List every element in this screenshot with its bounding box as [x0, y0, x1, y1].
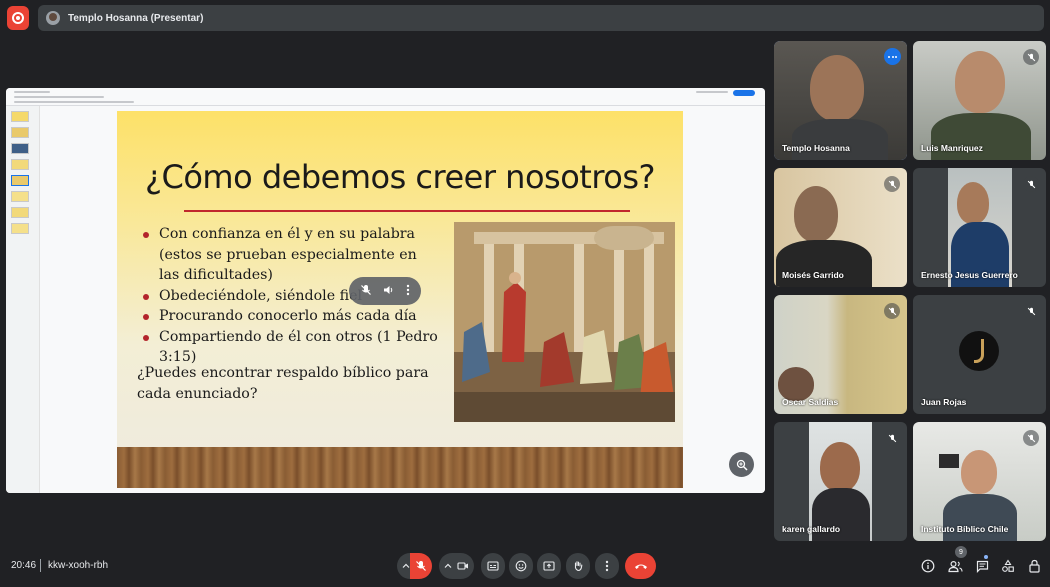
chevron-up-icon — [402, 563, 410, 568]
more-vert-icon — [605, 560, 609, 572]
emoji-button[interactable] — [509, 553, 533, 579]
people-button[interactable] — [946, 557, 964, 575]
presenting-label: Templo Hosanna (Presentar) — [68, 12, 204, 24]
activities-icon — [1002, 559, 1014, 572]
host-controls-button[interactable] — [1025, 557, 1043, 575]
volume-icon[interactable] — [383, 284, 395, 298]
slide-painting-image — [454, 222, 675, 422]
meeting-info-button[interactable] — [919, 557, 937, 575]
zoom-in-icon — [736, 459, 748, 471]
raise-hand-button[interactable] — [566, 553, 590, 579]
record-button[interactable] — [7, 6, 29, 30]
more-options-button[interactable] — [595, 553, 619, 579]
end-call-button[interactable] — [625, 553, 656, 579]
mic-muted-icon — [1023, 176, 1039, 192]
mic-muted-icon — [884, 303, 900, 319]
mic-off-icon — [416, 561, 426, 571]
camera-icon — [457, 562, 468, 570]
info-icon — [921, 559, 935, 573]
captions-icon — [487, 561, 499, 571]
tile-hover-controls — [349, 277, 421, 305]
participant-name: Moisés Garrido — [782, 270, 844, 280]
participant-tile[interactable]: Luis Manriquez — [913, 41, 1046, 160]
zoom-in-button[interactable] — [729, 452, 754, 477]
participant-tile[interactable]: Moisés Garrido — [774, 168, 907, 287]
camera-button[interactable] — [452, 553, 474, 579]
emoji-icon — [515, 560, 527, 572]
raise-hand-icon — [574, 561, 583, 572]
meeting-time: 20:46 — [11, 560, 37, 571]
more-vert-icon[interactable] — [406, 284, 410, 298]
record-icon — [12, 12, 24, 24]
chevron-up-icon — [444, 563, 452, 568]
slide-question: ¿Puedes encontrar respaldo bíblico para … — [137, 365, 429, 402]
meeting-code: kkw-xooh-rbh — [48, 560, 109, 571]
slide-bullet: Compartiendo de él con otros (1 Pedro 3:… — [141, 327, 441, 368]
participant-name: Templo Hosanna — [782, 143, 850, 153]
mic-off-icon[interactable] — [360, 284, 372, 298]
participant-tile[interactable]: Instituto Bíblico Chile — [913, 422, 1046, 541]
chat-button[interactable] — [973, 557, 991, 575]
slide-bullet: Procurando conocerlo más cada día — [141, 306, 441, 327]
participant-name: Instituto Bíblico Chile — [921, 524, 1009, 534]
mic-muted-icon — [1023, 303, 1039, 319]
mic-muted-icon — [1023, 49, 1039, 65]
participant-tile[interactable]: karen gallardo — [774, 422, 907, 541]
slide-wood-floor — [117, 447, 683, 488]
participant-name: Oscar Saldias — [782, 397, 839, 407]
captions-button[interactable] — [481, 553, 505, 579]
present-screen-icon — [543, 560, 555, 571]
presenter-avatar — [46, 11, 60, 25]
mic-muted-icon — [884, 430, 900, 446]
host-controls-lock-icon — [1028, 559, 1040, 573]
activities-button[interactable] — [999, 557, 1017, 575]
presentation-banner: Templo Hosanna (Presentar) — [38, 5, 1044, 31]
microphone-button[interactable] — [410, 553, 432, 579]
participant-name: Juan Rojas — [921, 397, 967, 407]
divider — [40, 559, 41, 572]
participant-tile[interactable]: Ernesto Jesus Guerrero — [913, 168, 1046, 287]
slide-title: ¿Cómo debemos creer nosotros? — [144, 158, 656, 196]
people-icon — [947, 560, 963, 572]
participant-name: karen gallardo — [782, 524, 841, 534]
title-underline — [184, 210, 630, 212]
present-screen-button[interactable] — [537, 553, 561, 579]
more-options-button[interactable] — [884, 48, 901, 65]
participant-tile[interactable]: Oscar Saldias — [774, 295, 907, 414]
participant-tile[interactable]: Juan Rojas — [913, 295, 1046, 414]
slides-app-toolbar — [6, 88, 765, 106]
participant-name: Luis Manriquez — [921, 143, 983, 153]
participant-tile[interactable]: Templo Hosanna — [774, 41, 907, 160]
end-call-icon — [634, 564, 647, 569]
mic-muted-icon — [884, 176, 900, 192]
slides-filmstrip — [6, 106, 40, 493]
chat-icon — [976, 560, 988, 573]
mic-muted-icon — [1023, 430, 1039, 446]
participant-name: Ernesto Jesus Guerrero — [921, 270, 1018, 280]
participant-avatar — [959, 331, 999, 371]
